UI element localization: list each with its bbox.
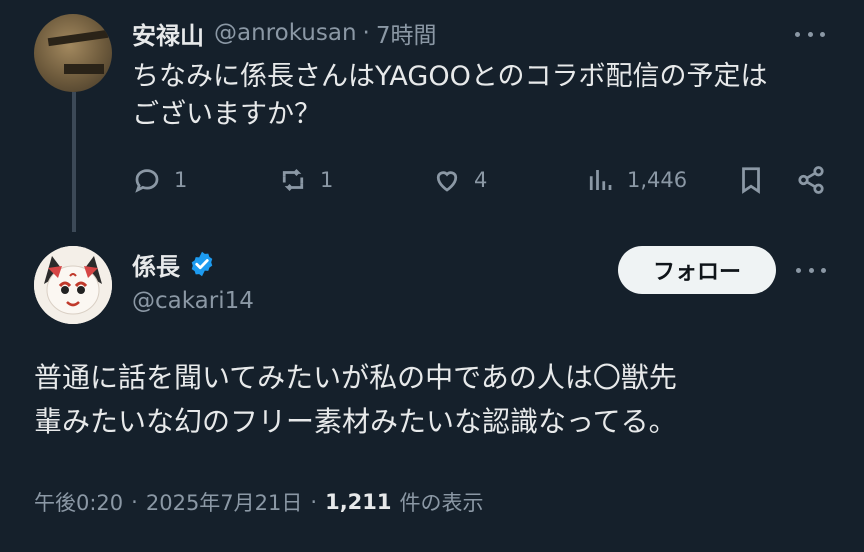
comment-icon (135, 169, 159, 193)
tweet-date[interactable]: 2025年7月21日 (146, 487, 303, 517)
reply-more-options-icon[interactable] (795, 24, 825, 44)
separator-dot: · (362, 20, 370, 46)
reply-author-avatar[interactable] (34, 14, 112, 92)
tweet-views-count[interactable]: 1,211 (325, 490, 391, 514)
tweet-views-label: 件の表示 (399, 491, 484, 515)
verified-badge-icon[interactable] (188, 250, 216, 278)
thread-connector-line (72, 92, 76, 232)
reply-header: 安禄山 @anrokusan · 7時間 (132, 16, 437, 50)
main-tweet-text: 普通に話を聞いてみたいが私の中であの人は〇獣先 輩みたいな幻のフリー素材みたいな… (34, 356, 834, 444)
tweet-time[interactable]: 午後0:20 (34, 487, 123, 517)
main-more-options-icon[interactable] (796, 260, 826, 280)
retweet-count: 1 (320, 168, 334, 192)
main-author-avatar[interactable] (34, 246, 112, 324)
main-author-handle[interactable]: @cakari14 (132, 288, 254, 314)
reply-timestamp[interactable]: 7時間 (376, 16, 437, 50)
views-button[interactable]: 1,446 (585, 160, 687, 200)
analytics-icon (589, 170, 612, 190)
share-icon (798, 166, 824, 194)
reply-count: 1 (174, 168, 188, 192)
main-text-line: 輩みたいな幻のフリー素材みたいな認識なってる。 (34, 405, 677, 438)
separator-dot: · (131, 490, 138, 514)
reply-text-line: ちなみに係長さんはYAGOOとのコラボ配信の予定は (132, 61, 768, 92)
reply-author-handle[interactable]: @anrokusan (214, 20, 357, 46)
follow-button[interactable]: フォロー (618, 246, 776, 294)
main-text-line: 普通に話を聞いてみたいが私の中であの人は〇獣先 (34, 361, 677, 394)
like-button[interactable]: 4 (432, 160, 487, 200)
fox-mask-avatar-image (34, 246, 112, 324)
reply-action-bar: 1 1 4 1,446 (130, 160, 830, 200)
bookmark-icon (742, 167, 760, 194)
retweet-button[interactable]: 1 (278, 160, 333, 200)
reply-tweet-text: ちなみに係長さんはYAGOOとのコラボ配信の予定は ございますか？ (132, 58, 832, 134)
bookmark-button[interactable] (736, 160, 766, 200)
heart-icon (436, 171, 458, 192)
retweet-icon (282, 169, 304, 191)
reply-button[interactable]: 1 (132, 160, 187, 200)
reply-author-name[interactable]: 安禄山 (132, 16, 204, 51)
like-count: 4 (474, 168, 488, 192)
views-count: 1,446 (627, 168, 688, 192)
reply-text-line: ございますか？ (132, 99, 321, 130)
tweet-meta: 午後0:20 · 2025年7月21日 · 1,211 件の表示 (34, 486, 484, 518)
main-author-name[interactable]: 係長 (132, 247, 180, 282)
separator-dot: · (310, 490, 318, 514)
share-button[interactable] (796, 160, 826, 200)
tweet-thread: 安禄山 @anrokusan · 7時間 ちなみに係長さんはYAGOOとのコラボ… (0, 0, 864, 552)
main-name-row: 係長 (132, 247, 216, 282)
